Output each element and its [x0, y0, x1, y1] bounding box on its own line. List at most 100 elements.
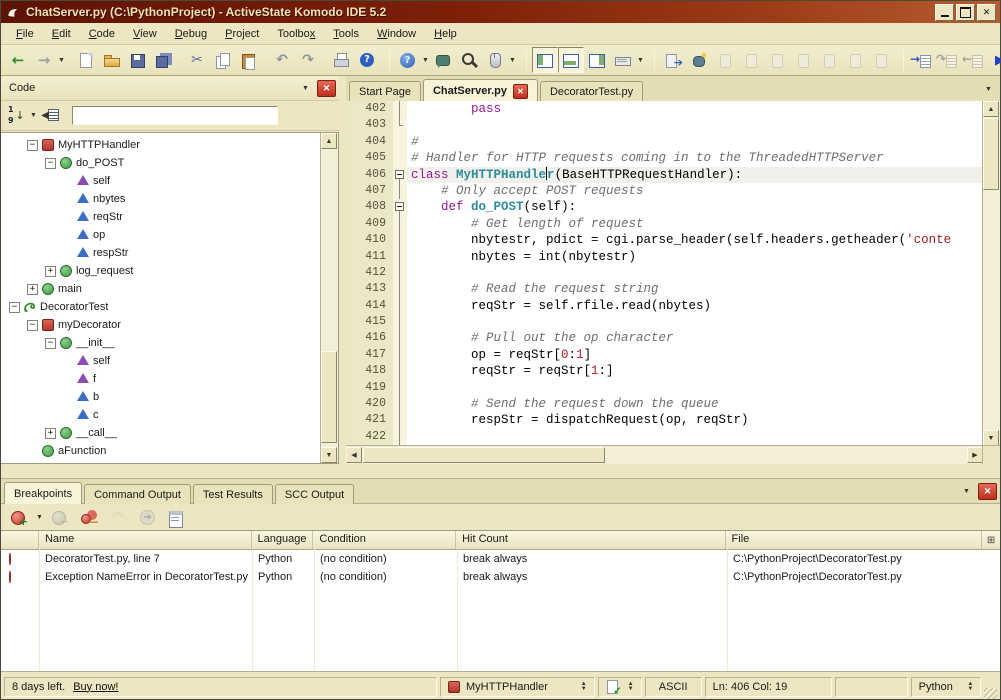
column-header-Hit Count[interactable]: Hit Count — [456, 531, 725, 549]
column-header-File[interactable]: File — [726, 531, 982, 549]
code-tree[interactable]: −MyHTTPHandler−do_POSTselfnbytesreqStrop… — [1, 132, 339, 464]
code-text[interactable] — [407, 380, 983, 396]
tree-item-main[interactable]: +main — [1, 280, 321, 298]
code-line-416[interactable]: 416 # Pull out the op character — [346, 330, 983, 346]
save-button[interactable] — [125, 47, 151, 73]
code-text[interactable]: class MyHTTPHandler(BaseHTTPRequestHandl… — [407, 167, 983, 183]
dropdown-caret-icon[interactable]: ▼ — [35, 505, 44, 529]
fold-margin[interactable] — [393, 117, 407, 133]
code-line-409[interactable]: 409 # Get length of request — [346, 216, 983, 232]
newfile-button[interactable] — [73, 47, 99, 73]
editor-hscrollbar[interactable]: ◀ ▶ — [346, 445, 983, 464]
bpdelete-button[interactable] — [76, 504, 102, 530]
saveall-button[interactable] — [151, 47, 177, 73]
tree-scroll-thumb[interactable] — [321, 351, 337, 443]
scc-add-button[interactable] — [686, 47, 712, 73]
menu-item-help[interactable]: Help — [425, 25, 466, 43]
maximize-button[interactable] — [956, 4, 975, 21]
column-header-icon[interactable] — [1, 531, 39, 549]
bpnew-button[interactable] — [6, 504, 32, 530]
code-line-418[interactable]: 418 reqStr = reqStr[1:] — [346, 363, 983, 379]
code-line-417[interactable]: 417 op = reqStr[0:1] — [346, 347, 983, 363]
fold-margin[interactable] — [393, 199, 407, 215]
title-bar[interactable]: ChatServer.py (C:\PythonProject) - Activ… — [1, 1, 1000, 23]
code-line-420[interactable]: 420 # Send the request down the queue — [346, 396, 983, 412]
tab-scc-output[interactable]: SCC Output — [275, 484, 354, 504]
tree-scroll-down-icon[interactable]: ▼ — [321, 447, 337, 463]
fold-collapse-icon[interactable] — [395, 170, 404, 179]
panel-menu-button[interactable]: ▼ — [296, 79, 315, 97]
find-button[interactable] — [456, 47, 482, 73]
open-button[interactable] — [99, 47, 125, 73]
forward-button[interactable]: → — [31, 47, 57, 73]
tab-chatserver-py[interactable]: ChatServer.py✕ — [423, 79, 538, 102]
step-in-button[interactable]: → — [909, 47, 935, 73]
resize-grip-icon[interactable] — [984, 688, 997, 700]
editor-scroll-up-icon[interactable]: ▲ — [983, 101, 999, 117]
code-line-414[interactable]: 414 reqStr = self.rfile.read(nbytes) — [346, 298, 983, 314]
menu-item-debug[interactable]: Debug — [166, 25, 216, 43]
code-line-419[interactable]: 419 — [346, 380, 983, 396]
fold-margin[interactable] — [393, 183, 407, 199]
fold-margin[interactable] — [393, 167, 407, 183]
menu-item-view[interactable]: View — [124, 25, 166, 43]
menu-item-project[interactable]: Project — [216, 25, 268, 43]
code-text[interactable]: nbytes = int(nbytestr) — [407, 249, 983, 265]
tree-item-b[interactable]: b — [1, 388, 321, 406]
column-header-Language[interactable]: Language — [252, 531, 314, 549]
fold-margin[interactable] — [393, 216, 407, 232]
column-header-Condition[interactable]: Condition — [313, 531, 456, 549]
paste-button[interactable] — [236, 47, 262, 73]
code-line-415[interactable]: 415 — [346, 314, 983, 330]
menu-item-file[interactable]: File — [7, 25, 43, 43]
cut-button[interactable]: ✂ — [184, 47, 210, 73]
code-line-421[interactable]: 421 respStr = dispatchRequest(op, reqStr… — [346, 412, 983, 428]
expand-icon[interactable]: + — [45, 428, 56, 439]
redo-button[interactable]: ↷ — [295, 47, 321, 73]
code-line-406[interactable]: 406class MyHTTPHandler(BaseHTTPRequestHa… — [346, 167, 983, 183]
code-text[interactable]: respStr = dispatchRequest(op, reqStr) — [407, 412, 983, 428]
tab-decoratortest-py[interactable]: DecoratorTest.py — [540, 81, 643, 102]
sort-icon[interactable]: ↓ — [7, 107, 25, 124]
tree-item-call[interactable]: +__call__ — [1, 424, 321, 442]
undo-button[interactable]: ↶ — [269, 47, 295, 73]
back-button[interactable]: ← — [5, 47, 31, 73]
collapse-icon[interactable]: − — [9, 302, 20, 313]
code-line-412[interactable]: 412 — [346, 265, 983, 281]
tree-item-doPOST[interactable]: −do_POST — [1, 154, 321, 172]
fold-margin[interactable] — [393, 298, 407, 314]
tree-item-nbytes[interactable]: nbytes — [1, 190, 321, 208]
tab-breakpoints[interactable]: Breakpoints — [4, 482, 82, 504]
fold-collapse-icon[interactable] — [395, 202, 404, 211]
code-editor[interactable]: 402 pass403404#405# Handler for HTTP req… — [346, 101, 983, 446]
spinner-icon[interactable]: ▲▼ — [959, 682, 973, 692]
collapse-icon[interactable]: − — [45, 338, 56, 349]
code-line-403[interactable]: 403 — [346, 117, 983, 133]
tree-item-MyHTTPHandler[interactable]: −MyHTTPHandler — [1, 136, 321, 154]
macro-button[interactable] — [482, 47, 508, 73]
code-line-404[interactable]: 404# — [346, 134, 983, 150]
fold-margin[interactable] — [393, 281, 407, 297]
fold-margin[interactable] — [393, 101, 407, 117]
bpprops-button[interactable] — [163, 504, 189, 530]
tab-close-icon[interactable]: ✕ — [513, 84, 528, 99]
fold-margin[interactable] — [393, 330, 407, 346]
menu-item-code[interactable]: Code — [80, 25, 124, 43]
close-button[interactable]: ✕ — [977, 4, 996, 21]
expand-icon[interactable]: + — [45, 266, 56, 277]
menu-item-toolbox[interactable]: Toolbox — [268, 25, 324, 43]
code-text[interactable]: # Read the request string — [407, 281, 983, 297]
code-line-411[interactable]: 411 nbytes = int(nbytestr) — [346, 249, 983, 265]
tree-item-self[interactable]: self — [1, 172, 321, 190]
fold-margin[interactable] — [393, 265, 407, 281]
spinner-icon[interactable]: ▲▼ — [573, 682, 587, 692]
editor-scroll-left-icon[interactable]: ◀ — [346, 447, 362, 463]
horizontal-splitter[interactable] — [1, 464, 1000, 478]
menu-item-tools[interactable]: Tools — [324, 25, 368, 43]
spinner-icon[interactable]: ▲▼ — [620, 682, 634, 692]
fold-margin[interactable] — [393, 134, 407, 150]
comment-button[interactable] — [430, 47, 456, 73]
encoding-status[interactable]: ASCII — [645, 677, 702, 697]
copy-button[interactable] — [210, 47, 236, 73]
fold-margin[interactable] — [393, 314, 407, 330]
